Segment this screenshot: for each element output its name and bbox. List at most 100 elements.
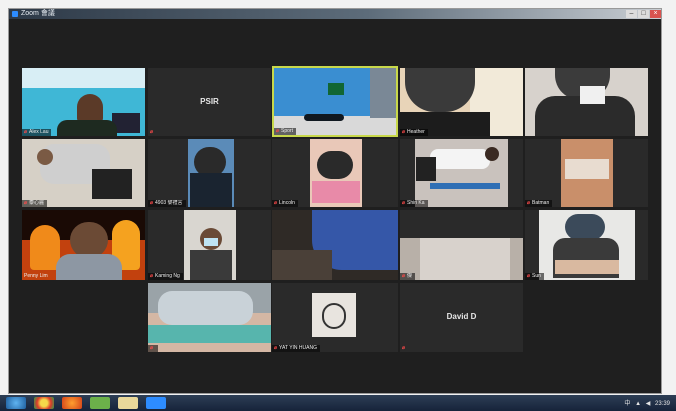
muted-mic-icon: ⌀ <box>276 128 280 134</box>
participant-name-tag: ⌀ Batman <box>525 200 553 207</box>
wall-frame <box>328 83 344 95</box>
person-legs <box>92 169 132 199</box>
person-body <box>190 250 232 280</box>
ime-indicator[interactable]: 中 <box>624 401 630 407</box>
participant-name-tag: ⌀ Alex Lau <box>22 129 52 136</box>
person-body <box>400 210 523 238</box>
muted-mic-icon: ⌀ <box>274 345 278 351</box>
participant-name-tag: ⌀ Sun <box>525 273 544 280</box>
video-tile[interactable]: ⌀ Lincoln <box>272 139 398 207</box>
person-head <box>405 68 475 112</box>
taskbar: 中 ▲ ◀ 23:39 <box>0 395 676 411</box>
ceiling-light <box>22 68 145 88</box>
network-icon[interactable]: ▲ <box>635 401 641 407</box>
flame-shape <box>30 225 60 270</box>
person-body <box>57 120 117 136</box>
muted-mic-icon: ⌀ <box>150 129 154 135</box>
muted-mic-icon: ⌀ <box>24 129 28 135</box>
folder-icon[interactable] <box>118 397 138 409</box>
participant-name-tag: ⌀ <box>148 129 158 136</box>
person-legs <box>416 157 436 181</box>
video-tile[interactable]: ⌀ Kaming Ng <box>148 210 271 280</box>
participant-name-tag: ⌀ Heather <box>400 129 428 136</box>
zoom-app-icon <box>12 11 18 17</box>
volume-icon[interactable]: ◀ <box>646 401 651 407</box>
blue-mat <box>430 183 500 189</box>
muted-mic-icon: ⌀ <box>402 345 406 351</box>
person-body <box>190 173 232 207</box>
person-shirt <box>430 149 490 169</box>
person-hands <box>555 260 619 274</box>
video-tile[interactable] <box>525 68 648 136</box>
participant-name-tag: ⌀ 泰心麗 <box>22 200 48 207</box>
video-tile[interactable]: David D ⌀ <box>400 283 523 352</box>
muted-mic-icon: ⌀ <box>527 273 531 279</box>
participant-name-tag: ⌀ <box>148 345 159 352</box>
video-tile[interactable]: ⌀ Heather <box>400 68 523 136</box>
participant-name-tag: ⌀ Sport <box>274 128 296 135</box>
muted-mic-icon: ⌀ <box>150 345 154 351</box>
muted-mic-icon: ⌀ <box>402 273 406 279</box>
floor <box>272 250 332 280</box>
person-body <box>56 254 122 280</box>
video-tile[interactable]: ⌀ Alex Lau <box>22 68 145 136</box>
person-head <box>37 149 53 165</box>
participant-name-tag: ⌀ Shiri Ka <box>400 200 428 207</box>
minimize-button[interactable]: – <box>626 10 637 18</box>
participant-name-tag: ⌀ 4903 黎禮言 <box>148 200 186 207</box>
start-button-icon[interactable] <box>6 397 26 409</box>
video-tile[interactable]: ⌀ 傑 <box>400 210 523 280</box>
floor <box>420 238 510 280</box>
participant-name-tag: ⌀ <box>400 345 410 352</box>
video-tile[interactable]: ⌀ Batman <box>525 139 648 207</box>
video-tile[interactable]: ⌀ YAT YIN HUANG <box>272 283 398 352</box>
window-title: Zoom 會議 <box>21 10 55 17</box>
participant-name-tag: ⌀ Lincoln <box>272 200 298 207</box>
close-button[interactable]: × <box>650 10 661 18</box>
title-bar: Zoom 會議 – □ × <box>9 9 661 19</box>
participant-name-tag: ⌀ Kaming Ng <box>148 273 183 280</box>
person-head <box>565 214 605 240</box>
video-tile[interactable] <box>272 210 398 280</box>
pink-mat <box>312 181 360 203</box>
participant-name-tag: ⌀ YAT YIN HUANG <box>272 345 320 352</box>
person-plank <box>304 114 344 121</box>
person-head <box>70 222 108 258</box>
participant-name-tag <box>525 129 530 136</box>
participant-name: PSIR <box>200 96 219 106</box>
person-head <box>485 147 499 161</box>
app-icon[interactable] <box>90 397 110 409</box>
video-tile[interactable]: ⌀ Sun <box>525 210 648 280</box>
system-tray: 中 ▲ ◀ 23:39 <box>621 398 670 407</box>
participant-name-tag: Penny Lim <box>24 273 48 279</box>
video-tile[interactable]: PSIR ⌀ <box>148 68 271 136</box>
participant-name: David D <box>446 311 477 321</box>
video-tile-active-speaker[interactable]: ⌀ Sport <box>272 66 398 137</box>
participant-name-tag <box>272 273 277 280</box>
window-curtain <box>370 68 396 118</box>
video-tile[interactable]: ⌀ 4903 黎禮言 <box>148 139 271 207</box>
chrome-icon[interactable] <box>34 397 54 409</box>
person-shirt <box>158 291 253 325</box>
muted-mic-icon: ⌀ <box>402 200 406 206</box>
firefox-icon[interactable] <box>62 397 82 409</box>
muted-mic-icon: ⌀ <box>150 200 154 206</box>
drawn-face <box>322 303 346 329</box>
person-head <box>317 151 353 179</box>
zoom-taskbar-icon[interactable] <box>146 397 166 409</box>
muted-mic-icon: ⌀ <box>527 200 531 206</box>
video-tile[interactable]: ⌀ 泰心麗 <box>22 139 145 207</box>
floor-mat <box>148 325 271 343</box>
muted-mic-icon: ⌀ <box>24 200 28 206</box>
muted-mic-icon: ⌀ <box>402 129 406 135</box>
mask-shape <box>580 86 605 104</box>
video-tile[interactable]: ⌀ <box>148 283 271 352</box>
participant-name-tag: ⌀ 傑 <box>400 273 416 280</box>
muted-mic-icon: ⌀ <box>150 273 154 279</box>
muted-mic-icon: ⌀ <box>274 200 278 206</box>
video-tile[interactable]: ⌀ Shiri Ka <box>400 139 523 207</box>
bed <box>565 159 609 179</box>
maximize-button[interactable]: □ <box>638 10 649 18</box>
video-tile[interactable]: Penny Lim <box>22 210 145 280</box>
clock[interactable]: 23:39 <box>655 401 670 407</box>
